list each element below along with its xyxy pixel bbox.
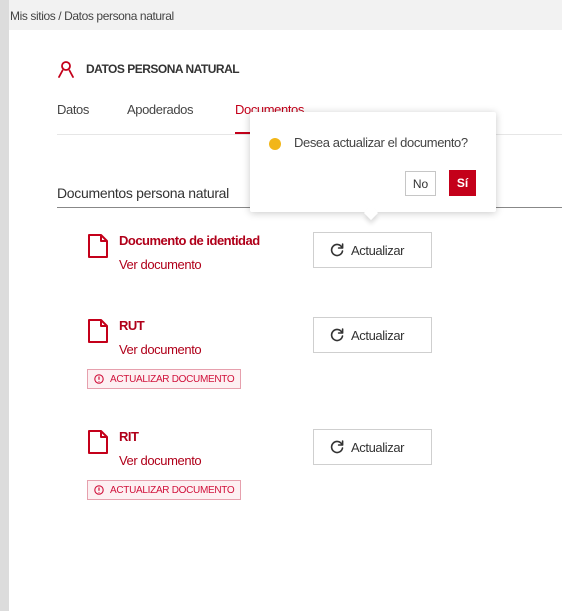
warning-text: ACTUALIZAR DOCUMENTO	[110, 484, 235, 496]
document-name: RIT	[119, 429, 139, 444]
document-name: RUT	[119, 318, 145, 333]
page-title: DATOS PERSONA NATURAL	[86, 62, 240, 76]
update-warning-badge: ACTUALIZAR DOCUMENTO	[87, 480, 242, 500]
tab-datos[interactable]: Datos	[57, 102, 89, 117]
no-button[interactable]: No	[405, 171, 436, 196]
view-document-link[interactable]: Ver documento	[119, 342, 202, 357]
update-warning-badge: ACTUALIZAR DOCUMENTO	[87, 369, 242, 389]
warning-dot-icon	[269, 138, 281, 150]
update-button-label: Actualizar	[351, 439, 405, 455]
info-circle-icon	[94, 374, 104, 384]
document-name: Documento de identidad	[119, 233, 260, 248]
update-button-rut[interactable]: Actualizar	[313, 317, 432, 353]
breadcrumb-text: Mis sitios / Datos persona natural	[10, 9, 174, 23]
left-border	[0, 0, 9, 611]
update-button-label: Actualizar	[351, 327, 405, 343]
yes-button[interactable]: Sí	[449, 170, 476, 196]
warning-text: ACTUALIZAR DOCUMENTO	[110, 373, 235, 385]
document-icon	[88, 319, 108, 343]
update-button-rit[interactable]: Actualizar	[313, 429, 432, 465]
tab-apoderados[interactable]: Apoderados	[127, 102, 194, 117]
update-button-identidad[interactable]: Actualizar	[313, 232, 432, 268]
info-circle-icon	[94, 485, 104, 495]
refresh-icon	[330, 243, 344, 257]
breadcrumb: Mis sitios / Datos persona natural	[9, 0, 562, 30]
refresh-icon	[330, 328, 344, 342]
view-document-link[interactable]: Ver documento	[119, 257, 202, 272]
popover-arrow	[363, 205, 379, 221]
confirm-popover: Desea actualizar el documento? No Sí	[250, 112, 496, 221]
documents-section-title: Documentos persona natural	[57, 185, 229, 201]
document-icon	[88, 430, 108, 454]
popover-message: Desea actualizar el documento?	[294, 135, 468, 150]
document-icon	[88, 234, 108, 258]
refresh-icon	[330, 440, 344, 454]
section-header: DATOS PERSONA NATURAL	[57, 59, 240, 79]
view-document-link[interactable]: Ver documento	[119, 453, 202, 468]
update-button-label: Actualizar	[351, 242, 405, 258]
user-icon	[58, 61, 74, 78]
